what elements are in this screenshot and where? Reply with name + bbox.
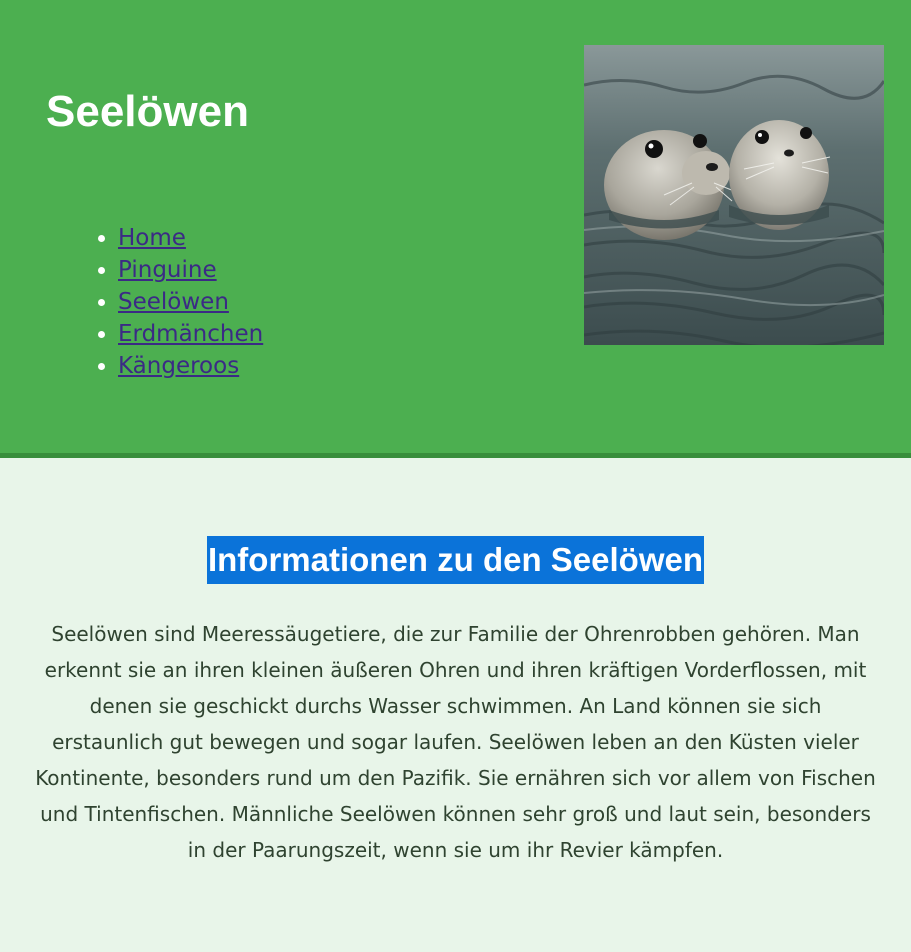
nav-item-pinguine: Pinguine (118, 254, 263, 286)
nav-link-kaengeroos[interactable]: Kängeroos (118, 353, 239, 379)
seal-photo-illustration (584, 45, 884, 345)
nav-link-pinguine[interactable]: Pinguine (118, 257, 217, 283)
nav-link-erdmaenchen[interactable]: Erdmänchen (118, 321, 263, 347)
info-paragraph: Seelöwen sind Meeressäugetiere, die zur … (35, 622, 876, 862)
main-content: Informationen zu den Seelöwen Seelöwen s… (0, 458, 911, 868)
site-header: Seelöwen Home Pinguine Seelöwen Erdmänch… (0, 0, 911, 458)
nav-item-erdmaenchen: Erdmänchen (118, 318, 263, 350)
nav-item-kaengeroos: Kängeroos (118, 350, 263, 382)
nav-link-seeloewen[interactable]: Seelöwen (118, 289, 229, 315)
seal-photo (584, 45, 884, 345)
nav-item-home: Home (118, 222, 263, 254)
main-navigation: Home Pinguine Seelöwen Erdmänchen Känger… (0, 222, 263, 382)
nav-item-seeloewen: Seelöwen (118, 286, 263, 318)
nav-link-home[interactable]: Home (118, 225, 186, 251)
section-heading: Informationen zu den Seelöwen (206, 536, 705, 584)
site-title: Seelöwen (46, 87, 249, 136)
